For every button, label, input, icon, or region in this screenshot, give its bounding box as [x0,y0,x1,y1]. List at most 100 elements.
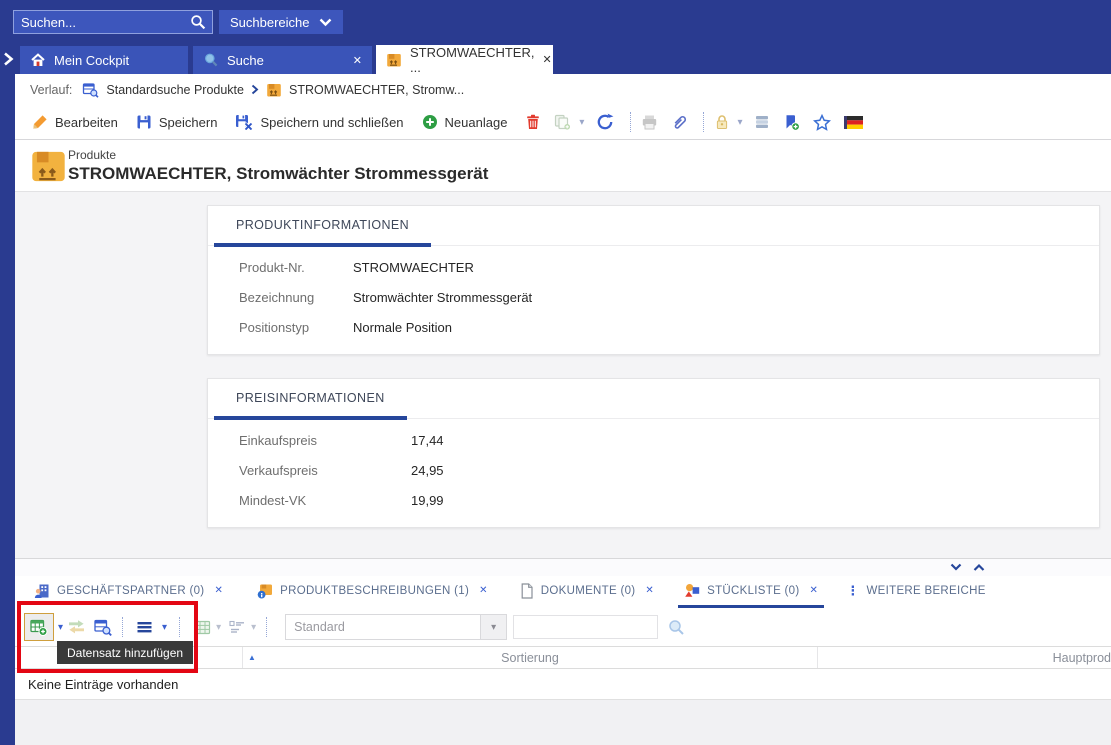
transfer-arrows-icon [67,619,86,635]
home-icon [30,52,46,68]
view-select-dropdown[interactable]: ▾ [481,614,507,640]
column-label: Sortierung [501,651,559,665]
lock-icon [714,114,730,130]
expand-up-button[interactable] [973,563,985,572]
section-produktinformationen: PRODUKTINFORMATIONEN Produkt-Nr.STROMWAE… [207,205,1100,355]
group-view-button[interactable] [229,620,245,634]
bookmark-add-button[interactable] [783,114,800,131]
field-row: PositionstypNormale Position [239,312,1099,342]
table-search-icon [94,619,112,636]
column-sortierung[interactable]: ▲ Sortierung [243,647,818,668]
close-icon[interactable]: ✕ [810,585,819,596]
record-content: PRODUKTINFORMATIONEN Produkt-Nr.STROMWAE… [15,192,1111,558]
add-record-dropdown-chevron[interactable]: ▾ [58,622,63,633]
field-label: Verkaufspreis [239,463,411,478]
language-button[interactable] [844,116,863,129]
attachment-button[interactable] [671,114,688,130]
menu-button[interactable] [137,620,152,634]
search-input[interactable] [14,15,190,30]
product-icon [266,82,282,98]
field-row: Verkaufspreis24,95 [239,455,1099,485]
breadcrumb-item-record[interactable]: STROMWAECHTER, Stromw... [289,83,464,97]
tab-label: STROMWAECHTER, ... [410,45,534,75]
save-and-close-button[interactable]: Speichern und schließen [235,114,403,130]
breadcrumb-item-search[interactable]: Standardsuche Produkte [106,83,244,97]
delete-button[interactable] [525,114,541,130]
toolbar-separator [630,112,631,132]
copy-dropdown-chevron[interactable]: ▾ [579,117,584,128]
tab-dokumente[interactable]: DOKUMENTE (0) ✕ [514,576,660,608]
grid-dropdown-chevron[interactable]: ▾ [216,622,221,633]
tab-label: STÜCKLISTE (0) [707,585,799,597]
refresh-button[interactable] [596,113,615,131]
dossier-button[interactable] [754,114,770,130]
refresh-icon [596,113,615,131]
close-icon[interactable]: ✕ [542,53,551,66]
close-icon[interactable]: ✕ [645,585,654,596]
left-rail [0,74,15,745]
tab-suche[interactable]: Suche ✕ [193,46,372,74]
copy-icon [554,114,571,130]
tab-weitere-bereiche[interactable]: ⋮ WEITERE BEREICHE [840,576,992,608]
product-info-icon [257,583,273,599]
edit-label: Bearbeiten [55,115,118,130]
tab-label: PRODUKTBESCHREIBUNGEN (1) [280,585,469,597]
breadcrumb: Verlauf: Standardsuche Produkte STROMWAE… [15,74,1111,105]
save-button[interactable]: Speichern [136,114,218,130]
tab-overflow-chevron-icon[interactable] [3,52,14,66]
tab-geschaeftspartner[interactable]: GESCHÄFTSPARTNER (0) ✕ [28,576,229,608]
close-icon[interactable]: ✕ [479,585,488,596]
view-select-input[interactable] [285,614,481,640]
product-icon [386,52,402,68]
edit-button[interactable]: Bearbeiten [32,114,118,130]
toolbar-separator [179,617,180,637]
tab-mein-cockpit[interactable]: Mein Cockpit [20,46,188,74]
tooltip: Datensatz hinzufügen [57,641,193,664]
close-icon[interactable]: ✕ [353,54,362,67]
new-record-button[interactable]: Neuanlage [422,114,508,130]
lock-button[interactable] [714,114,730,130]
chevron-down-icon: ▾ [491,622,496,633]
add-record-button[interactable] [24,613,54,641]
favorite-button[interactable] [813,114,831,131]
tab-stromwaechter[interactable]: STROMWAECHTER, ... ✕ [376,45,553,74]
group-dropdown-chevron[interactable]: ▾ [251,622,256,633]
stack-icon [754,114,770,130]
save-and-close-label: Speichern und schließen [260,115,403,130]
column-label: Hauptprod [1053,651,1111,665]
tab-produktbeschreibungen[interactable]: PRODUKTBESCHREIBUNGEN (1) ✕ [251,576,494,608]
field-row: Einkaufspreis17,44 [239,425,1099,455]
global-search-box[interactable] [13,10,213,34]
printer-icon [641,114,658,130]
list-search-button[interactable] [668,619,685,636]
record-toolbar: Bearbeiten Speichern Speichern und schli… [15,105,1111,140]
search-scope-button[interactable]: Suchbereiche [219,10,343,34]
star-icon [813,114,831,131]
grid-view-button[interactable] [194,620,211,635]
open-search-button[interactable] [94,619,112,636]
tab-label: Suche [227,53,264,68]
lock-dropdown-chevron[interactable]: ▾ [737,117,742,128]
transfer-button[interactable] [67,619,86,635]
collapse-down-button[interactable] [950,563,962,572]
search-icon[interactable] [190,14,206,30]
field-value: 19,99 [411,493,444,508]
parts-list-icon [684,583,700,598]
section-title-tab[interactable]: PREISINFORMATIONEN [214,379,407,420]
list-search-input[interactable] [513,615,658,639]
section-preisinformationen: PREISINFORMATIONEN Einkaufspreis17,44 Ve… [207,378,1100,528]
column-hauptprodukt[interactable]: Hauptprod [818,647,1111,668]
field-value: 17,44 [411,433,444,448]
print-button[interactable] [641,114,658,130]
field-label: Bezeichnung [239,290,353,305]
grid-icon [194,620,211,635]
tab-stueckliste[interactable]: STÜCKLISTE (0) ✕ [678,576,824,608]
menu-dropdown-chevron[interactable]: ▾ [162,622,167,633]
close-icon[interactable]: ✕ [214,585,223,596]
tab-label: WEITERE BEREICHE [867,585,986,597]
section-title-tab[interactable]: PRODUKTINFORMATIONEN [214,206,431,247]
more-vertical-icon: ⋮ [846,583,859,599]
save-close-icon [235,114,253,130]
copy-button[interactable] [554,114,571,130]
section-header: PRODUKTINFORMATIONEN [208,206,1099,246]
